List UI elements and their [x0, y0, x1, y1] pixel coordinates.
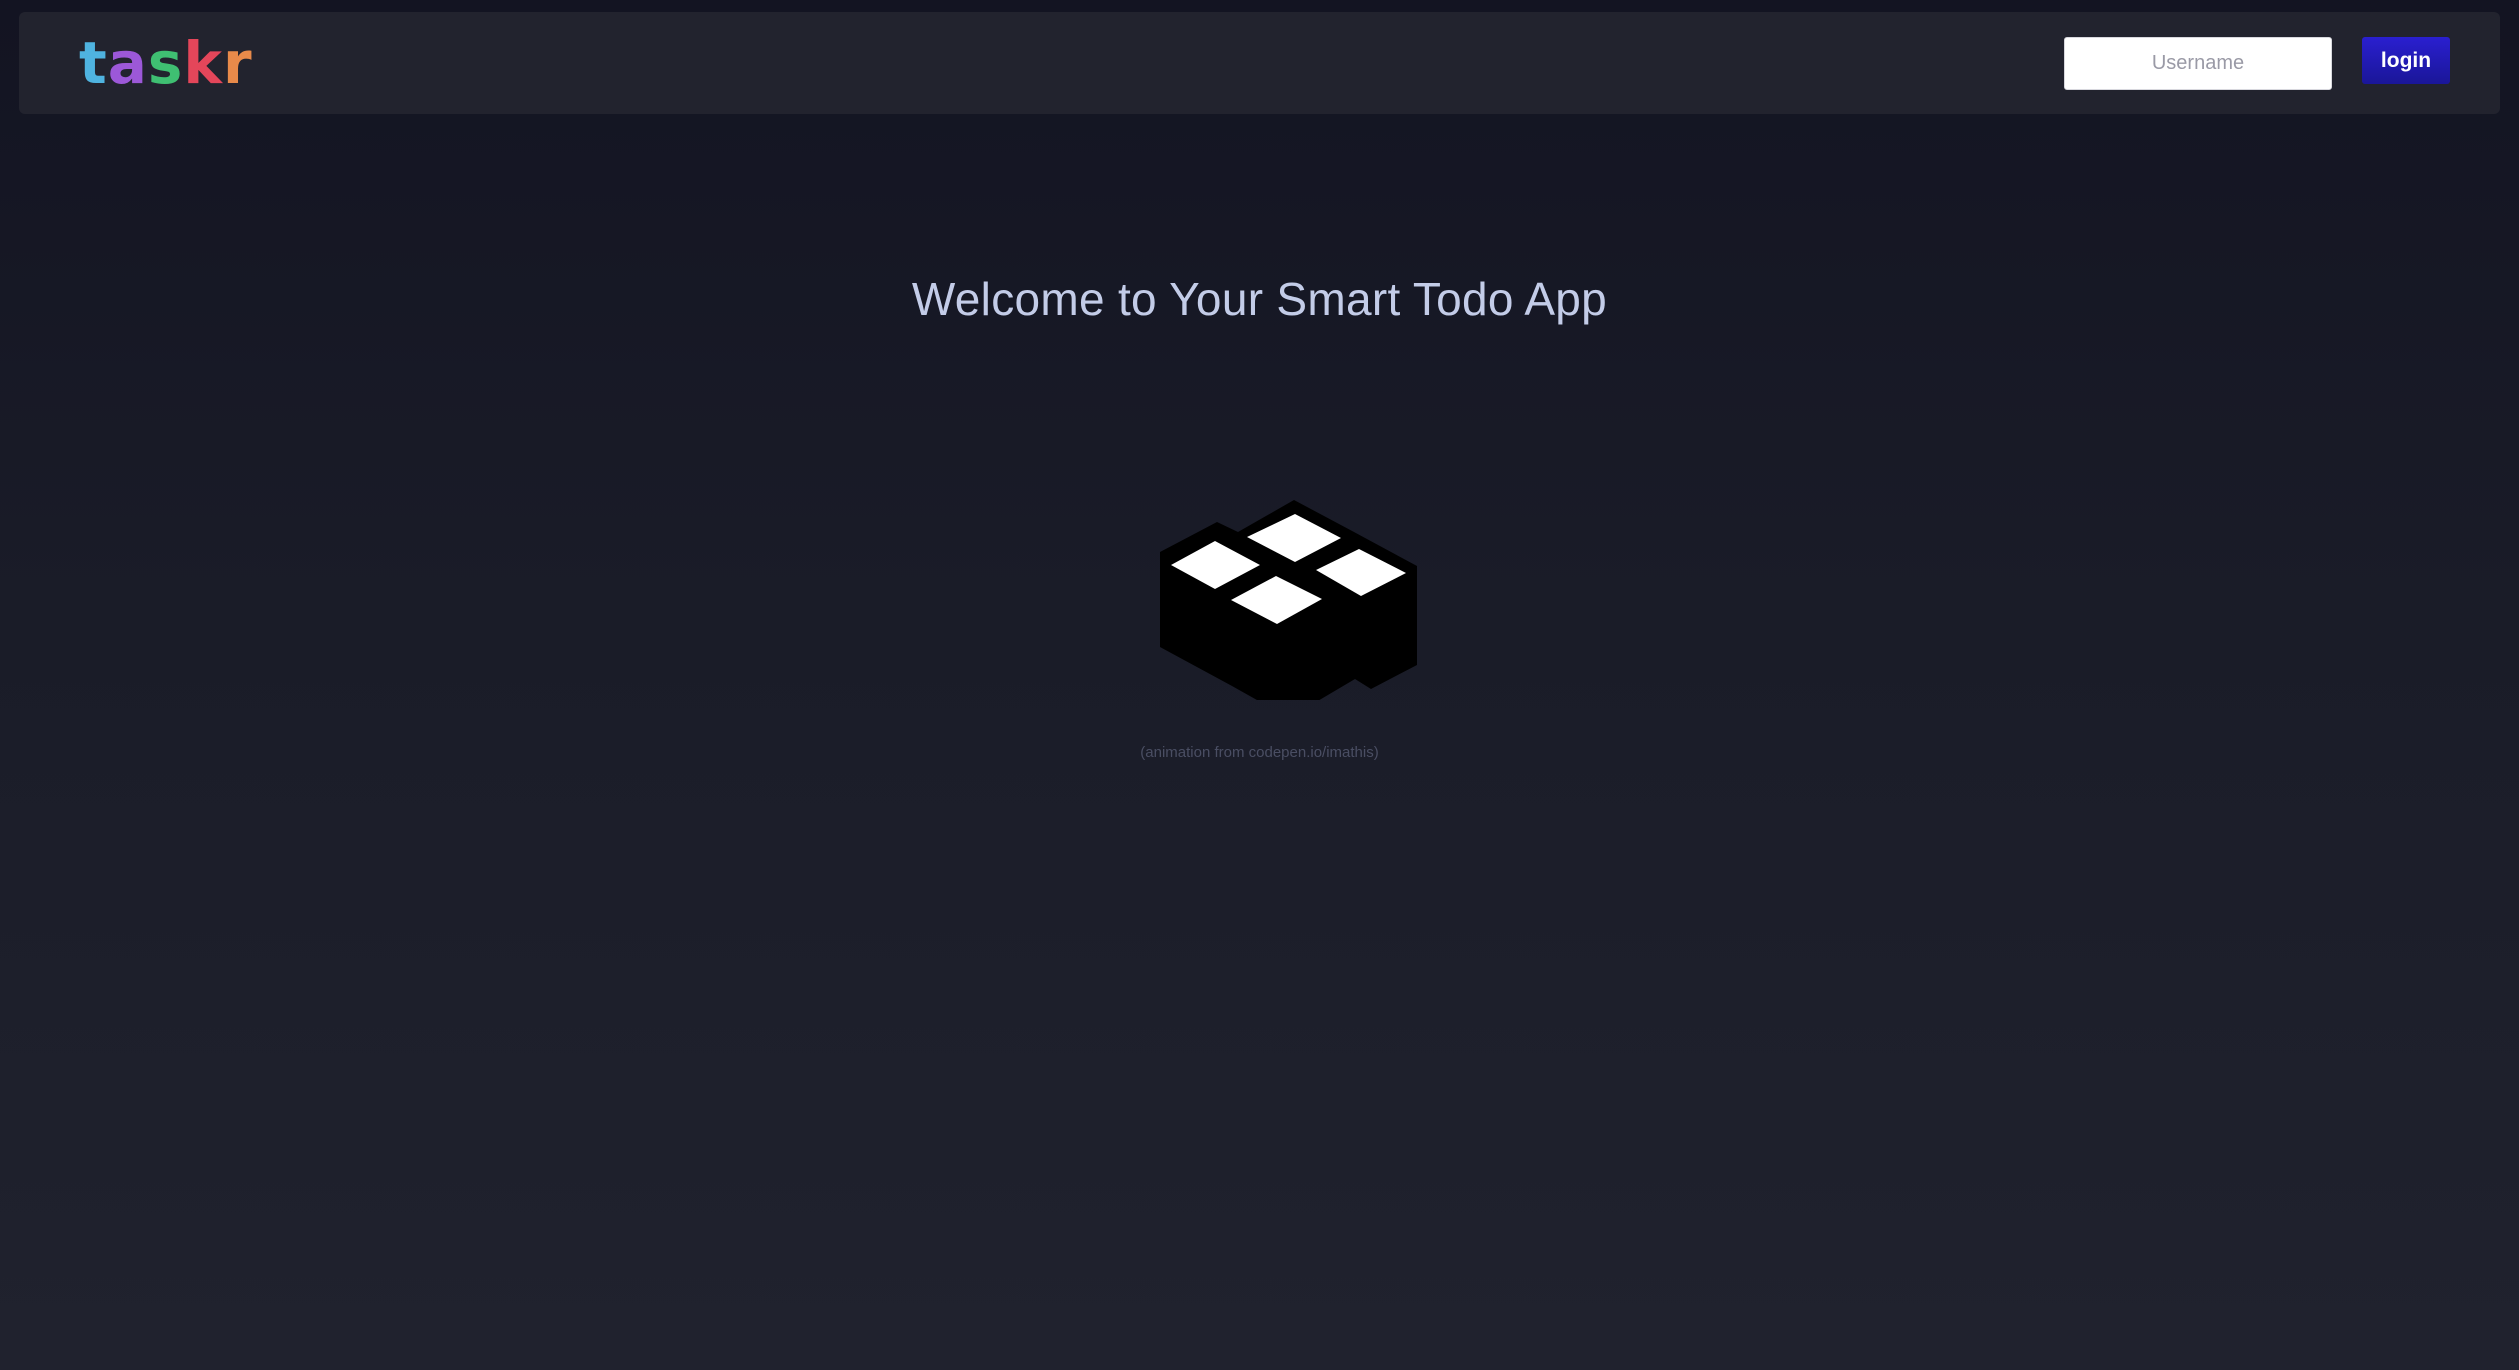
page-title: Welcome to Your Smart Todo App [911, 273, 1608, 325]
logo-letter-r: r [222, 29, 253, 97]
taskr-logo[interactable]: t a s k r [79, 18, 253, 108]
logo-letter-a: a [107, 29, 148, 97]
logo-letter-t: t [79, 29, 108, 97]
animation-credit: (animation from codepen.io/imathis) [1140, 744, 1379, 761]
username-input[interactable] [2064, 37, 2332, 90]
navbar: t a s k r login [19, 12, 2500, 114]
logo-letter-s: s [147, 29, 184, 97]
login-button[interactable]: login [2362, 37, 2450, 84]
logo-letter-k: k [183, 29, 223, 97]
isometric-blocks-icon [1160, 500, 1417, 700]
